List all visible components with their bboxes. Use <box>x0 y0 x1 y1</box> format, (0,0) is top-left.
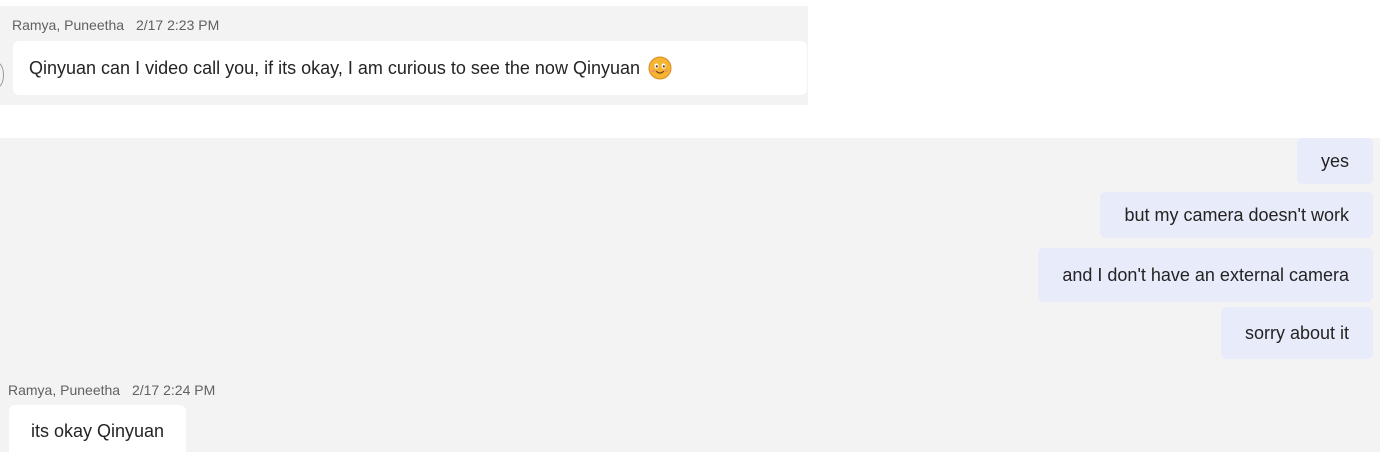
message-bubble[interactable]: its okay Qinyuan <box>9 405 187 457</box>
message-text: Qinyuan can I video call you, if its oka… <box>29 57 640 78</box>
incoming-message-group-1: Ramya, Puneetha 2/17 2:23 PM Qinyuan can… <box>0 6 808 105</box>
message-bubble[interactable]: Qinyuan can I video call you, if its oka… <box>13 41 807 95</box>
outgoing-message-bubble[interactable]: and I don't have an external camera <box>1038 248 1373 302</box>
avatar[interactable] <box>0 62 4 88</box>
message-text: its okay Qinyuan <box>31 420 165 441</box>
smiling-face-emoji-icon <box>648 56 672 80</box>
message-timestamp: 2/17 2:24 PM <box>131 382 216 398</box>
message-timestamp: 2/17 2:23 PM <box>135 17 220 33</box>
message-text: yes <box>1320 150 1349 171</box>
sender-name: Ramya, Puneetha <box>12 17 125 33</box>
message-meta: Ramya, Puneetha 2/17 2:24 PM <box>8 382 215 398</box>
message-text: and I don't have an external camera <box>1062 264 1349 285</box>
outgoing-message-bubble[interactable]: yes <box>1296 138 1373 184</box>
outgoing-message-bubble[interactable]: but my camera doesn't work <box>1100 192 1373 238</box>
message-text: but my camera doesn't work <box>1124 204 1349 225</box>
outgoing-message-bubble[interactable]: sorry about it <box>1220 307 1373 359</box>
chat-panel: yes but my camera doesn't work and I don… <box>0 138 1380 457</box>
sender-name: Ramya, Puneetha <box>8 382 121 398</box>
message-text: sorry about it <box>1244 322 1349 343</box>
message-meta: Ramya, Puneetha 2/17 2:23 PM <box>12 17 219 33</box>
